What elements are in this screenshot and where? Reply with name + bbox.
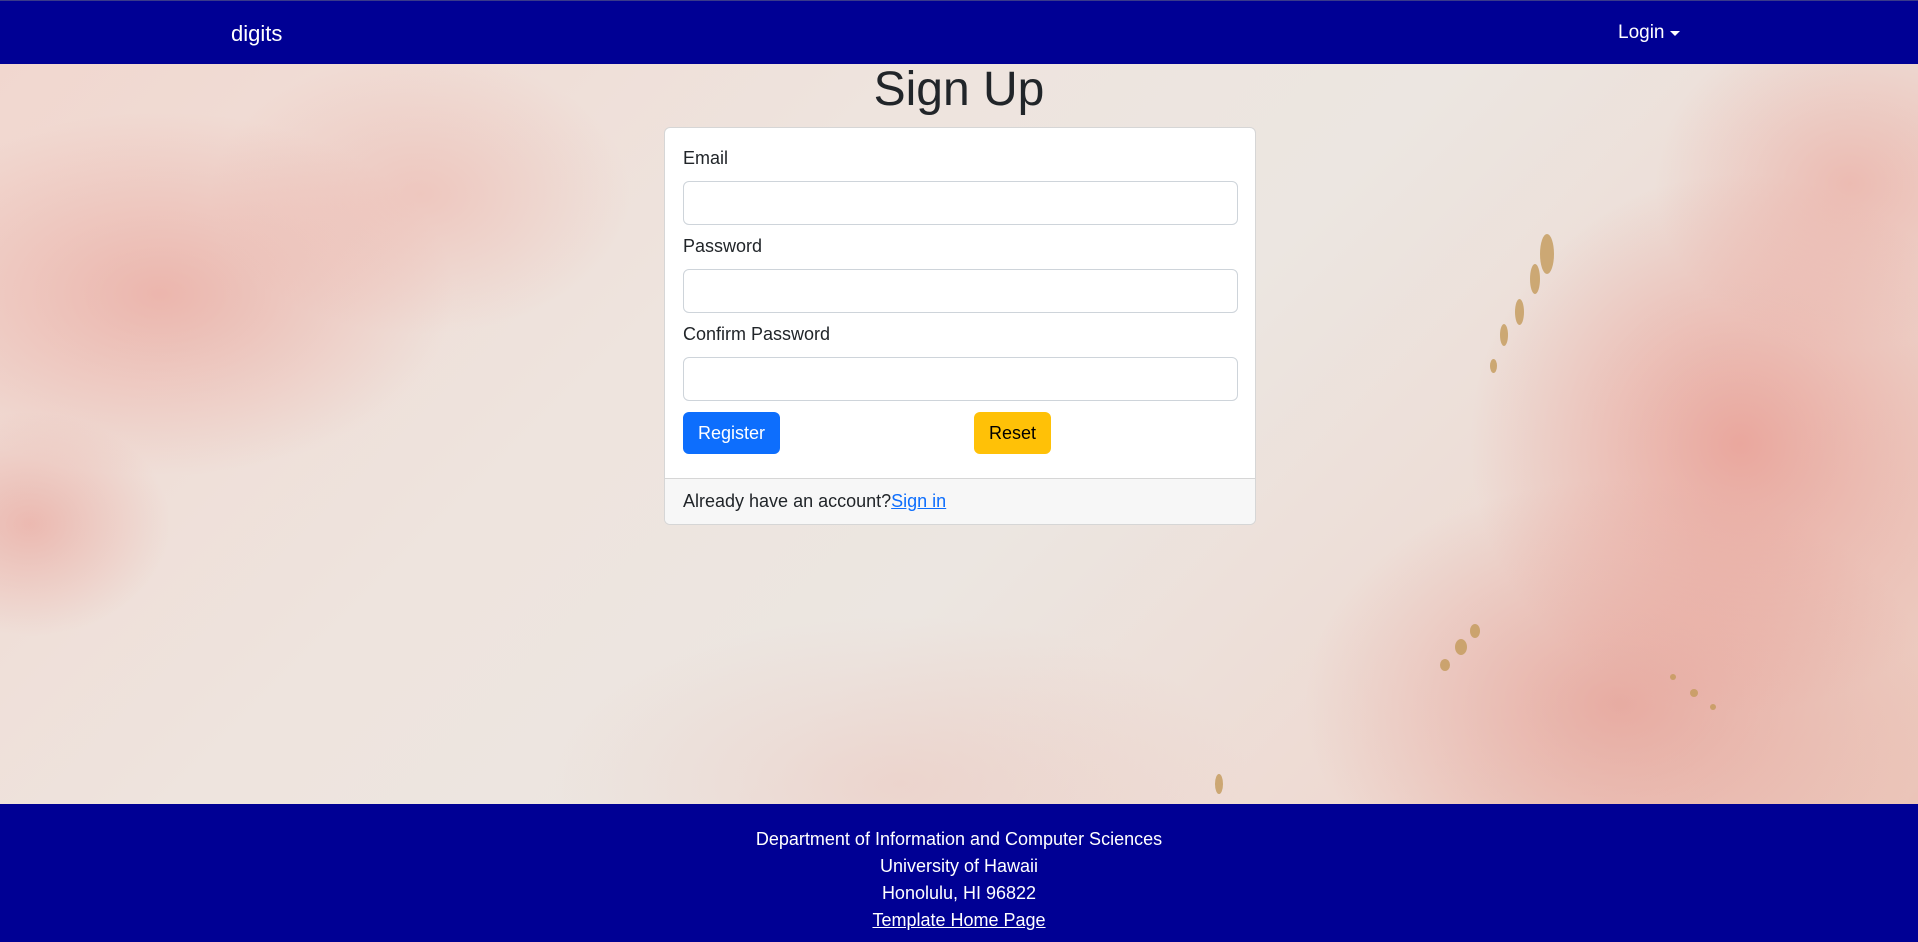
card-footer: Already have an account?Sign in	[665, 478, 1255, 524]
email-field[interactable]	[683, 181, 1238, 225]
confirm-password-label: Confirm Password	[683, 324, 831, 344]
login-dropdown[interactable]: Login	[1618, 22, 1680, 44]
template-home-link[interactable]: Template Home Page	[872, 910, 1045, 930]
form-buttons: Register Reset	[683, 412, 1237, 454]
reset-button[interactable]: Reset	[974, 412, 1052, 454]
footer-university: University of Hawaii	[879, 856, 1039, 876]
register-button[interactable]: Register	[683, 412, 781, 454]
signin-link[interactable]: Sign in	[891, 491, 946, 511]
brand-link[interactable]: digits	[231, 21, 282, 47]
account-prompt: Already have an account?	[683, 491, 892, 511]
signup-card: Email Password Confirm Password Register…	[664, 127, 1256, 525]
email-label: Email	[683, 148, 729, 168]
signup-form: Email Password Confirm Password Register…	[665, 128, 1255, 474]
page-title: Sign Up	[873, 63, 1045, 116]
chevron-down-icon	[1669, 30, 1680, 36]
page-footer: Department of Information and Computer S…	[0, 804, 1918, 942]
password-label: Password	[683, 236, 763, 256]
footer-department: Department of Information and Computer S…	[755, 829, 1163, 849]
login-label: Login	[1618, 22, 1665, 43]
footer-address: Honolulu, HI 96822	[881, 883, 1037, 903]
navbar: digits Login	[0, 0, 1918, 64]
confirm-password-field[interactable]	[683, 357, 1238, 401]
password-field[interactable]	[683, 269, 1238, 313]
